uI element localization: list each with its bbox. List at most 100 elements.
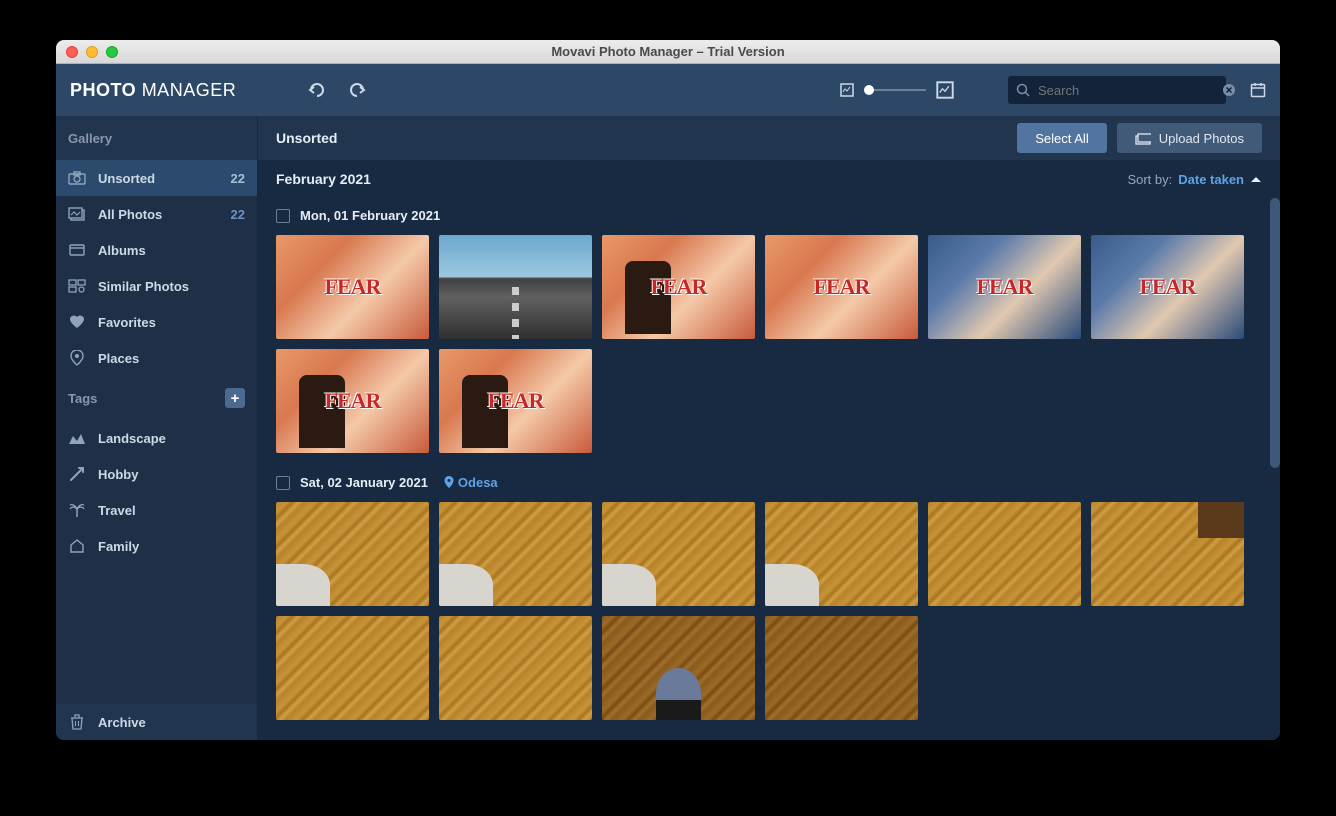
photo-scroll-area[interactable]: Mon, 01 February 2021 (258, 198, 1280, 740)
sidebar-item-similar-photos[interactable]: Similar Photos (56, 268, 257, 304)
photo-thumbnail[interactable] (439, 349, 592, 453)
landscape-icon (68, 431, 86, 445)
gallery-section-header: Gallery (56, 116, 257, 160)
upload-icon (1135, 131, 1151, 145)
photo-thumbnail[interactable] (276, 235, 429, 339)
pin-icon (68, 350, 86, 366)
app-window: Movavi Photo Manager – Trial Version PHO… (56, 40, 1280, 740)
search-input[interactable] (1038, 83, 1214, 98)
clear-search-button[interactable] (1222, 83, 1236, 97)
photo-thumbnail[interactable] (765, 502, 918, 606)
sidebar-item-albums[interactable]: Albums (56, 232, 257, 268)
calendar-icon (1250, 82, 1266, 98)
photo-thumbnail[interactable] (602, 616, 755, 720)
select-group-checkbox[interactable] (276, 476, 290, 490)
thumbnail-grid (276, 502, 1262, 720)
photo-thumbnail[interactable] (439, 235, 592, 339)
month-heading: February 2021 (276, 171, 1127, 187)
date-group: Mon, 01 February 2021 (258, 198, 1280, 465)
window-title: Movavi Photo Manager – Trial Version (56, 44, 1280, 59)
photo-thumbnail[interactable] (1091, 502, 1244, 606)
maximize-window-button[interactable] (106, 46, 118, 58)
photo-thumbnail[interactable] (276, 349, 429, 453)
arrow-up-icon (1250, 175, 1262, 183)
sort-direction-button[interactable] (1250, 175, 1262, 183)
tag-landscape[interactable]: Landscape (56, 420, 257, 456)
photo-thumbnail[interactable] (276, 616, 429, 720)
thumbnail-grid (276, 235, 1262, 453)
date-group: Sat, 02 January 2021 Odesa (258, 465, 1280, 732)
content-header: Unsorted Select All Upload Photos (258, 116, 1280, 160)
minimize-window-button[interactable] (86, 46, 98, 58)
sidebar-item-archive[interactable]: Archive (56, 704, 257, 740)
album-icon (68, 243, 86, 257)
search-icon (1016, 83, 1030, 97)
sidebar-item-label: Archive (98, 715, 245, 730)
sort-row: February 2021 Sort by: Date taken (258, 160, 1280, 198)
photo-thumbnail[interactable] (439, 616, 592, 720)
sidebar-item-unsorted[interactable]: Unsorted 22 (56, 160, 257, 196)
sidebar-item-all-photos[interactable]: All Photos 22 (56, 196, 257, 232)
location-link[interactable]: Odesa (444, 475, 498, 490)
trash-icon (68, 714, 86, 730)
calendar-button[interactable] (1250, 82, 1266, 98)
sidebar: Gallery Unsorted 22 All Photos 22 Albums (56, 116, 258, 740)
photo-thumbnail[interactable] (602, 502, 755, 606)
photo-thumbnail[interactable] (765, 235, 918, 339)
tag-label: Landscape (98, 431, 245, 446)
large-thumb-icon (936, 81, 954, 99)
add-tag-button[interactable]: + (225, 388, 245, 408)
clear-icon (1222, 83, 1236, 97)
sidebar-item-label: Albums (98, 243, 245, 258)
sort-by-label: Sort by: (1127, 172, 1172, 187)
select-group-checkbox[interactable] (276, 209, 290, 223)
close-window-button[interactable] (66, 46, 78, 58)
photo-thumbnail[interactable] (439, 502, 592, 606)
pin-icon (444, 476, 454, 489)
main-area: Gallery Unsorted 22 All Photos 22 Albums (56, 116, 1280, 740)
tag-hobby[interactable]: Hobby (56, 456, 257, 492)
photo-thumbnail[interactable] (276, 502, 429, 606)
toolbar: PHOTO MANAGER (56, 64, 1280, 116)
sidebar-item-label: Favorites (98, 315, 245, 330)
photo-thumbnail[interactable] (765, 616, 918, 720)
date-group-header: Mon, 01 February 2021 (276, 208, 1262, 223)
hobby-icon (68, 466, 86, 482)
upload-photos-button[interactable]: Upload Photos (1117, 123, 1262, 153)
tag-label: Hobby (98, 467, 245, 482)
photo-thumbnail[interactable] (928, 502, 1081, 606)
thumbnail-zoom-slider[interactable] (840, 81, 954, 99)
traffic-lights (66, 46, 118, 58)
camera-icon (68, 171, 86, 185)
tag-label: Family (98, 539, 245, 554)
date-label: Sat, 02 January 2021 (300, 475, 428, 490)
date-label: Mon, 01 February 2021 (300, 208, 440, 223)
sidebar-item-places[interactable]: Places (56, 340, 257, 376)
content-area: Unsorted Select All Upload Photos Februa… (258, 116, 1280, 740)
sidebar-item-label: Similar Photos (98, 279, 245, 294)
sidebar-item-count: 22 (231, 171, 245, 186)
sort-value-dropdown[interactable]: Date taken (1178, 172, 1244, 187)
sidebar-item-favorites[interactable]: Favorites (56, 304, 257, 340)
titlebar: Movavi Photo Manager – Trial Version (56, 40, 1280, 64)
photo-thumbnail[interactable] (928, 235, 1081, 339)
redo-icon (346, 82, 366, 98)
tags-section-header: Tags + (56, 376, 257, 420)
tag-family[interactable]: Family (56, 528, 257, 564)
select-all-button[interactable]: Select All (1017, 123, 1106, 153)
redo-button[interactable] (346, 82, 366, 98)
zoom-knob[interactable] (864, 85, 874, 95)
photos-icon (68, 207, 86, 221)
undo-button[interactable] (308, 82, 328, 98)
scrollbar-thumb[interactable] (1270, 198, 1280, 468)
tag-travel[interactable]: Travel (56, 492, 257, 528)
small-thumb-icon (840, 83, 854, 97)
sidebar-item-label: Unsorted (98, 171, 219, 186)
home-icon (68, 539, 86, 553)
photo-thumbnail[interactable] (602, 235, 755, 339)
undo-icon (308, 82, 328, 98)
photo-thumbnail[interactable] (1091, 235, 1244, 339)
similar-icon (68, 279, 86, 293)
zoom-track[interactable] (864, 89, 926, 91)
date-group-header: Sat, 02 January 2021 Odesa (276, 475, 1262, 490)
